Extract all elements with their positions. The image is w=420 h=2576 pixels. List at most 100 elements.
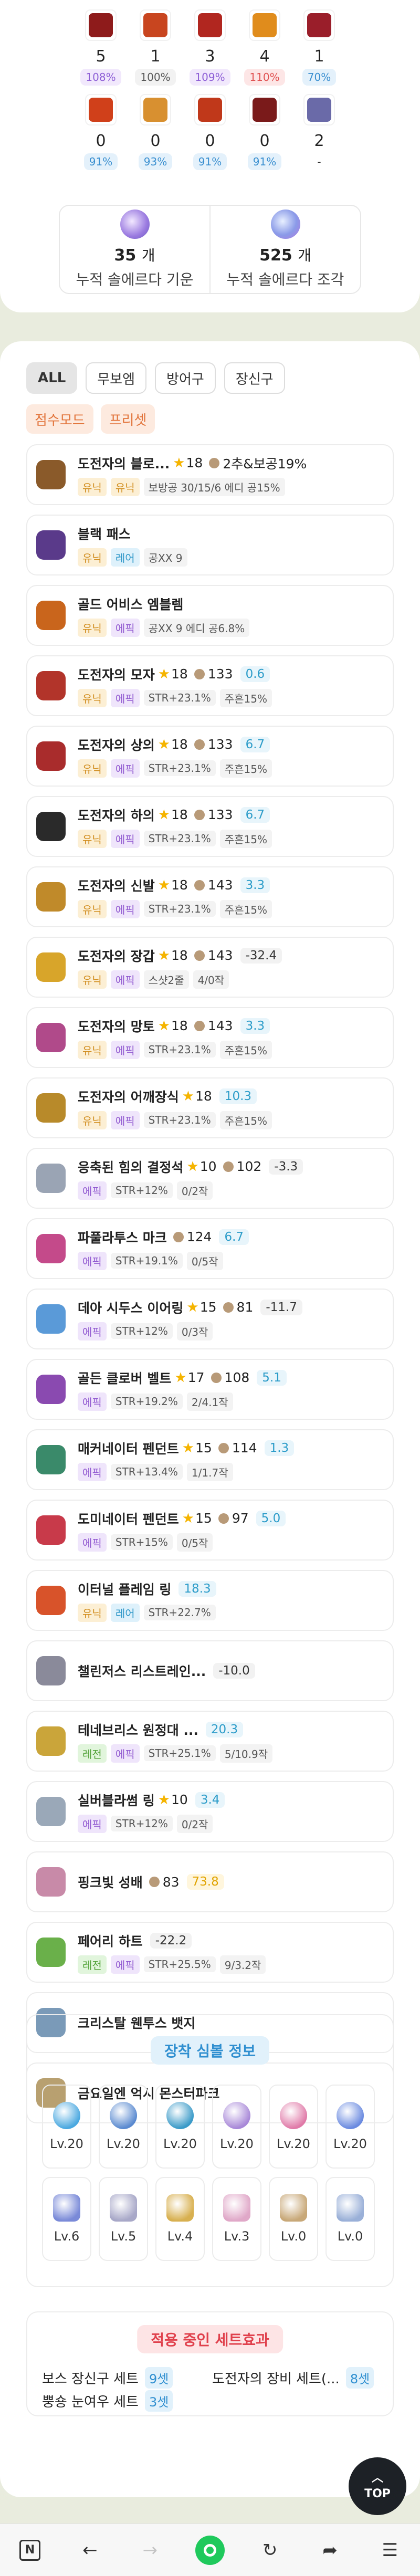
item-tag: STR+23.1%: [143, 901, 216, 917]
item-name: 핑크빛 성배: [78, 1875, 143, 1890]
item-extra: 2추&보공19%: [223, 456, 307, 472]
sol-erda-energy-label: 누적 솔에르다 기운: [76, 271, 194, 288]
item-icon: [33, 1371, 69, 1408]
equipment-item[interactable]: 도전자의 블로... ★ 18 2추&보공19% 유닉 유닉 보방공 30/15/6 에디 …: [26, 444, 394, 505]
starforce-count: 18: [186, 455, 203, 470]
item-name: 골드 어비스 엠블렘: [78, 596, 184, 612]
item-score: 133: [207, 807, 233, 822]
item-name: 골든 클로버 벨트: [78, 1370, 172, 1386]
equipment-item[interactable]: 챌린저스 리스트레인... -10.0: [26, 1640, 394, 1701]
back-button[interactable]: ←: [74, 2535, 106, 2566]
equipment-item[interactable]: 파풀라투스 마크 124 6.7 에픽 STR+19.1% 0/5작: [26, 1218, 394, 1279]
scroll-top-button[interactable]: ︿ TOP: [349, 2457, 406, 2515]
stat-percent: 100%: [135, 69, 176, 86]
starforce-count: 15: [200, 1300, 217, 1315]
forward-button[interactable]: →: [134, 2535, 166, 2566]
item-name: 챌린저스 리스트레인...: [78, 1664, 206, 1679]
equipment-item[interactable]: 실버블라썸 링 ★ 10 3.4 에픽 STR+12% 0/2작: [26, 1781, 394, 1842]
filter-accessory[interactable]: 장신구: [224, 362, 285, 394]
menu-button[interactable]: ☰: [374, 2535, 406, 2566]
item-tag: 1/1.7작: [186, 1462, 233, 1481]
symbol-cell: Lv.20: [99, 2085, 148, 2169]
item-tag: 에픽: [110, 688, 140, 707]
equipment-item[interactable]: 도전자의 신발 ★ 18 143 3.3 유닉 에픽 STR+23.1% 주흔15%: [26, 866, 394, 927]
symbol-level: Lv.6: [54, 2229, 80, 2244]
equipment-item[interactable]: 도전자의 망토 ★ 18 143 3.3 유닉 에픽 STR+23.1% 주흔15%: [26, 1007, 394, 1068]
star-icon: ★: [158, 736, 171, 752]
stat-percent: 91%: [83, 153, 118, 170]
score-diff: -10.0: [213, 1663, 255, 1679]
equipment-item[interactable]: 응축된 힘의 결정석 ★ 10 102 -3.3 에픽 STR+12% 0/2작: [26, 1148, 394, 1209]
equipment-item[interactable]: 이터널 플레임 링 18.3 유닉 레어 STR+22.7%: [26, 1570, 394, 1631]
hammer-icon: [218, 1442, 229, 1453]
sol-erda-energy-icon: [120, 210, 150, 239]
category-filter: ALL 무보엠 방어구 장신구: [26, 362, 285, 394]
score-diff: -3.3: [269, 1158, 303, 1175]
item-name: 도전자의 어깨장식: [78, 1089, 179, 1105]
equipment-item[interactable]: 도전자의 모자 ★ 18 133 0.6 유닉 에픽 STR+23.1% 주흔15%: [26, 655, 394, 716]
naver-home-button[interactable]: N: [14, 2535, 46, 2566]
item-tag: 에픽: [78, 1181, 107, 1200]
filter-weapon[interactable]: 무보엠: [86, 362, 147, 394]
symbol-icon: [337, 2102, 364, 2129]
equipment-item[interactable]: 블랙 패스 유닉 레어 공XX 9: [26, 515, 394, 575]
item-tag: 에픽: [110, 759, 140, 778]
item-score: 143: [207, 877, 233, 893]
item-icon: [33, 1652, 69, 1689]
refresh-button[interactable]: ↻: [254, 2535, 286, 2566]
equipment-item[interactable]: 골드 어비스 엠블렘 유닉 에픽 공XX 9 에디 공6.8%: [26, 585, 394, 646]
item-tag: 유닉: [110, 477, 140, 496]
filter-armor[interactable]: 방어구: [155, 362, 216, 394]
naver-n-icon: N: [19, 2539, 41, 2561]
share-button[interactable]: ➦: [314, 2535, 346, 2566]
stat-cell: 1 100%: [128, 9, 183, 86]
item-tag: 에픽: [110, 970, 140, 989]
item-tag: 2/4.1작: [186, 1392, 233, 1411]
item-name: 매커네이터 펜던트: [78, 1441, 179, 1457]
item-tag: 0/3작: [176, 1322, 213, 1341]
item-icon: [33, 1934, 69, 1971]
preset-button[interactable]: 프리셋: [100, 404, 155, 434]
equipment-item[interactable]: 골든 클로버 벨트 ★ 17 108 5.1 에픽 STR+19.2% 2/4.1작: [26, 1359, 394, 1420]
item-tag: 에픽: [110, 618, 140, 637]
set-effect-count: 8셋: [345, 2367, 374, 2389]
symbol-cell: Lv.20: [269, 2085, 318, 2169]
item-icon: [33, 1090, 69, 1126]
equipment-item[interactable]: 도전자의 하의 ★ 18 133 6.7 유닉 에픽 STR+23.1% 주흔15%: [26, 796, 394, 857]
item-name: 파풀라투스 마크: [78, 1230, 167, 1245]
hammer-icon: [194, 668, 205, 679]
equipment-item[interactable]: 데아 시두스 이어링 ★ 15 81 -11.7 에픽 STR+12% 0/3작: [26, 1289, 394, 1349]
item-tag: 공XX 9: [143, 548, 187, 567]
equipment-item[interactable]: 도전자의 상의 ★ 18 133 6.7 유닉 에픽 STR+23.1% 주흔15%: [26, 726, 394, 787]
equipment-item[interactable]: 핑크빛 성배 83 73.8: [26, 1851, 394, 1912]
starforce-count: 15: [195, 1440, 212, 1455]
green-dot-button[interactable]: [194, 2535, 226, 2566]
equipment-item[interactable]: 페어리 하트 -22.2 레전 에픽 STR+25.5% 9/3.2작: [26, 1922, 394, 1983]
equipment-item[interactable]: 매커네이터 펜던트 ★ 15 114 1.3 에픽 STR+13.4% 1/1.7작: [26, 1429, 394, 1490]
item-icon: [33, 1582, 69, 1619]
stat-count: 0: [259, 132, 270, 150]
set-effect-name: 뿡숑 눈여우 세트: [42, 2394, 139, 2410]
filter-all[interactable]: ALL: [26, 362, 78, 394]
stat-item-icon: [140, 9, 171, 41]
starforce-count: 18: [195, 1088, 212, 1104]
stat-item-icon: [194, 94, 226, 125]
equipment-item[interactable]: 도전자의 어깨장식 ★ 18 10.3 유닉 에픽 STR+23.1% 주흔15%: [26, 1077, 394, 1138]
score-diff: 5.0: [256, 1510, 286, 1526]
symbol-level: Lv.0: [337, 2229, 363, 2244]
starforce-count: 10: [200, 1159, 217, 1174]
share-icon: ➦: [322, 2539, 338, 2561]
symbol-icon: [223, 2102, 250, 2129]
item-tag: 레어: [110, 1603, 140, 1622]
equipment-item[interactable]: 도전자의 장갑 ★ 18 143 -32.4 유닉 에픽 스샷2줄 4/0작: [26, 937, 394, 998]
score-diff: 6.7: [219, 1229, 249, 1245]
equipment-item[interactable]: 도미네이터 펜던트 ★ 15 97 5.0 에픽 STR+15% 0/5작: [26, 1500, 394, 1561]
star-icon: ★: [182, 1440, 195, 1456]
item-score: 133: [207, 666, 233, 682]
score-diff: 10.3: [219, 1088, 257, 1104]
stat-count: 3: [205, 47, 215, 66]
item-tag: 공XX 9 에디 공6.8%: [143, 618, 250, 637]
equipment-item[interactable]: 테네브리스 원정대 ... 20.3 레전 에픽 STR+25.1% 5/10.9작: [26, 1711, 394, 1772]
score-mode-button[interactable]: 점수모드: [26, 404, 93, 434]
score-diff: 5.1: [257, 1369, 287, 1386]
